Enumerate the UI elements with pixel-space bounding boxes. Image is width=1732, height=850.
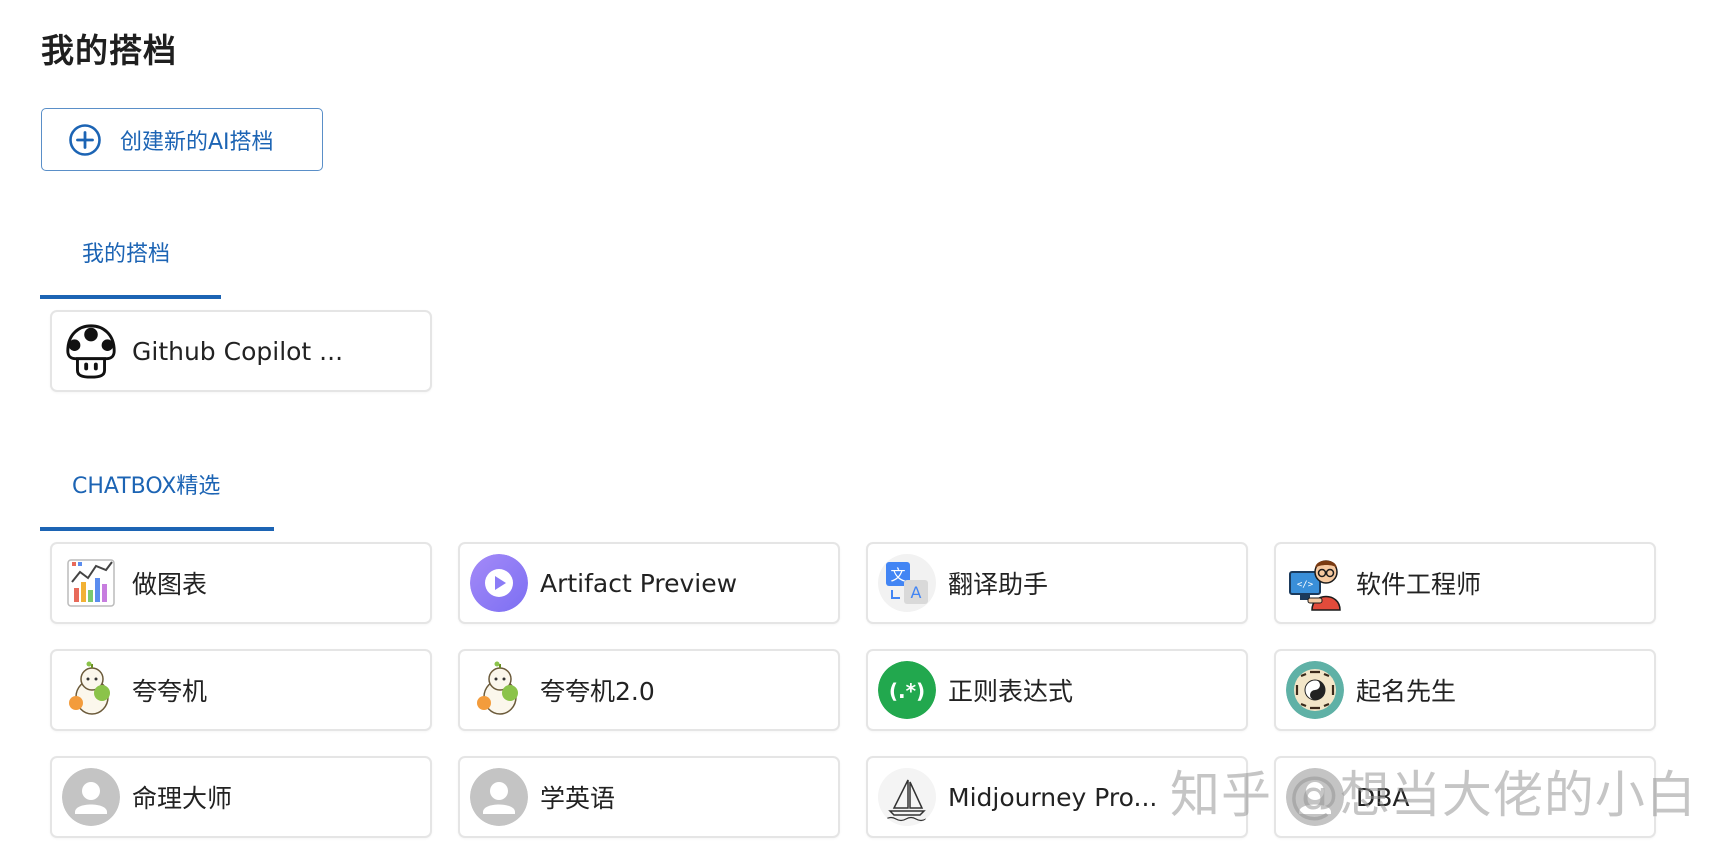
tab-my-partners[interactable]: 我的搭档 [82,236,170,268]
pick-card-label: 翻译助手 [948,570,1049,599]
tab-chatbox-picks-underline [40,527,274,531]
tab-my-partners-underline [40,295,221,299]
engineer-icon: </> [1286,554,1344,612]
sheep-icon [470,661,528,719]
user-icon [62,768,120,826]
translate-icon: 文 A [878,554,936,612]
mushroom-icon [62,322,120,380]
user-icon [1286,768,1344,826]
pick-card-artifact-preview[interactable]: Artifact Preview [458,542,840,624]
pick-card-label: 正则表达式 [948,677,1074,706]
pick-card-learn-english[interactable]: 学英语 [458,756,840,838]
create-partner-label: 创建新的AI搭档 [120,129,274,155]
pick-card-label: 起名先生 [1356,677,1457,706]
svg-text:(.*): (.*) [889,679,925,703]
pick-card-chart[interactable]: 做图表 [50,542,432,624]
pick-card-label: 命理大师 [132,784,233,813]
pick-card-label: 做图表 [132,570,208,599]
sheep-icon [62,661,120,719]
partner-card-label: Github Copilot ... [132,336,344,366]
pick-card-fortune-master[interactable]: 命理大师 [50,756,432,838]
user-icon [470,768,528,826]
bagua-icon [1286,661,1344,719]
pick-card-midjourney-prompt[interactable]: Midjourney Pro... [866,756,1248,838]
svg-text:A: A [911,583,922,602]
pick-card-praise-bot-2[interactable]: 夸夸机2.0 [458,649,840,731]
partner-card-github-copilot[interactable]: Github Copilot ... [50,310,432,392]
regex-icon: (.*) [878,661,936,719]
pick-card-label: 软件工程师 [1356,570,1482,599]
sailboat-icon [878,768,936,826]
chart-icon [62,554,120,612]
pick-card-label: DBA [1356,782,1410,812]
pick-card-naming-master[interactable]: 起名先生 [1274,649,1656,731]
plus-circle-icon [68,123,102,157]
pick-card-translator[interactable]: 文 A 翻译助手 [866,542,1248,624]
tab-chatbox-picks[interactable]: CHATBOX精选 [72,468,220,500]
pick-card-regex[interactable]: (.*) 正则表达式 [866,649,1248,731]
create-partner-button[interactable]: 创建新的AI搭档 [41,108,323,171]
pick-card-label: 夸夸机 [132,677,208,706]
pick-card-dba[interactable]: DBA [1274,756,1656,838]
pick-card-software-engineer[interactable]: </> 软件工程师 [1274,542,1656,624]
pick-card-label: 学英语 [540,784,616,813]
pick-card-praise-bot[interactable]: 夸夸机 [50,649,432,731]
pick-card-label: 夸夸机2.0 [540,677,655,706]
svg-text:文: 文 [890,566,905,584]
play-icon [470,554,528,612]
pick-card-label: Artifact Preview [540,568,738,598]
pick-card-label: Midjourney Pro... [948,782,1158,812]
svg-text:</>: </> [1297,580,1314,590]
page: 我的搭档 创建新的AI搭档 我的搭档 Github Copilot ... CH… [0,0,1732,850]
page-title: 我的搭档 [41,31,177,70]
